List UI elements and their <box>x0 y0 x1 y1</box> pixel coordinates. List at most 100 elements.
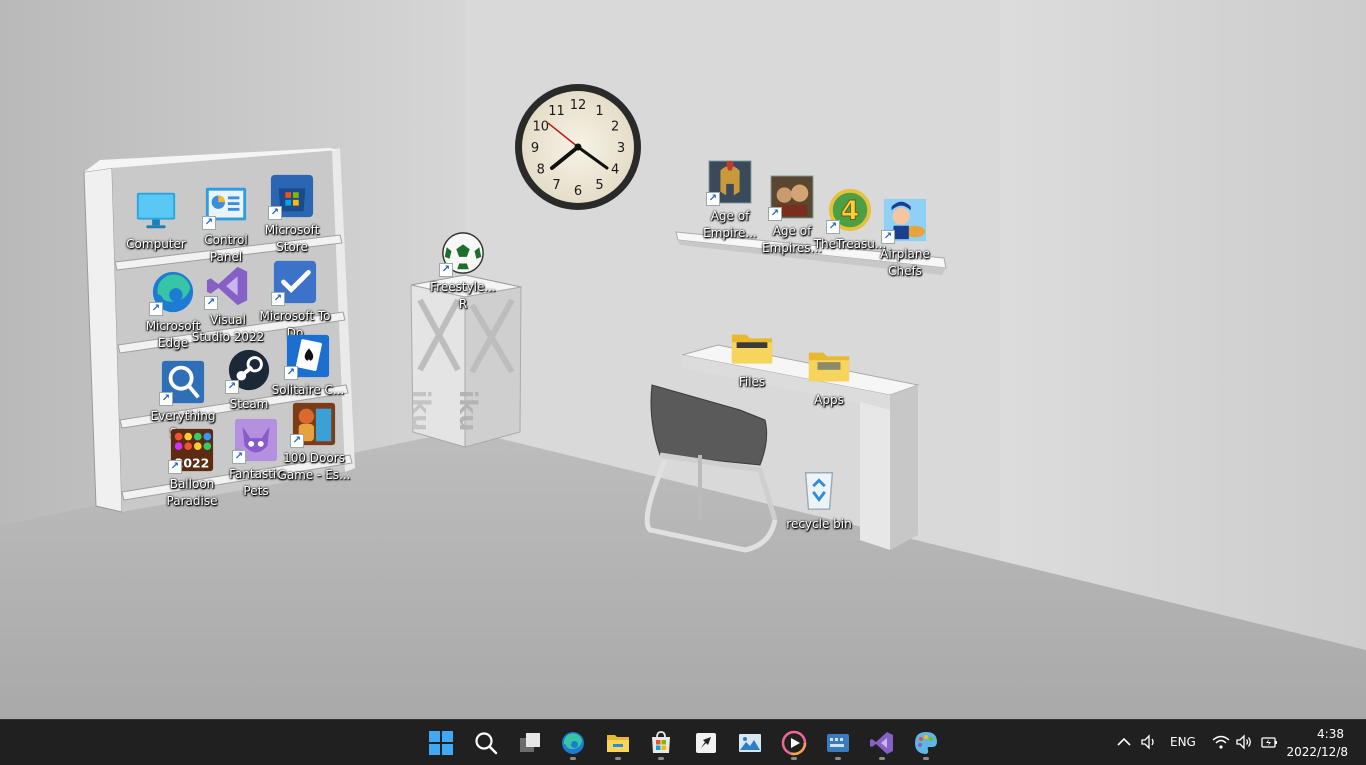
taskbar-app-launcher[interactable] <box>686 725 726 761</box>
solitaire-icon: ↗ <box>284 332 332 380</box>
desktop-icon-recycle-bin[interactable]: recycle bin <box>781 466 857 533</box>
running-indicator <box>615 757 621 760</box>
search-icon <box>475 732 498 755</box>
running-indicator <box>791 757 797 760</box>
desktop-icon-label: Freestyle... R <box>430 280 496 311</box>
tray-volume-button[interactable] <box>1139 732 1159 752</box>
taskbar-app-edge[interactable] <box>553 725 593 761</box>
desktop-icon-label: Apps <box>814 393 844 407</box>
clock-numeral: 2 <box>611 120 619 135</box>
clock-numeral: 9 <box>531 141 539 156</box>
taskbar-clock-time[interactable]: 4:38 <box>1317 727 1344 741</box>
desktop-icon-control-panel[interactable]: ↗ Control Panel <box>188 182 264 266</box>
pet-creature-icon: ↗ <box>232 416 280 464</box>
desktop-icon-100-doors[interactable]: ↗ 100 Doors Game - Es... <box>276 400 352 484</box>
tray-sound-button[interactable] <box>1234 732 1254 752</box>
keyboard-app-icon <box>827 734 849 752</box>
taskbar-app-paint[interactable] <box>906 725 946 761</box>
shortcut-arrow-icon: ↗ <box>271 292 285 306</box>
wall-clock: 12 12 3 45678 9 1011 <box>515 84 641 210</box>
task-view-icon <box>520 733 540 752</box>
volume-icon <box>1236 734 1251 750</box>
desktop-icon-microsoft-to-do[interactable]: ↗ Microsoft To Do <box>257 258 333 342</box>
paint-icon <box>915 732 937 754</box>
taskbar-app-file-explorer[interactable] <box>598 725 638 761</box>
shortcut-arrow-icon: ↗ <box>204 296 218 310</box>
doors-game-icon: ↗ <box>290 400 338 448</box>
desktop-icon-computer[interactable]: Computer <box>118 186 194 253</box>
desktop-icon-freestyle[interactable]: ↗ Freestyle... R <box>425 229 501 313</box>
taskbar-app-media-player[interactable] <box>774 725 814 761</box>
clock-numeral: 4 <box>611 163 619 178</box>
svg-text:iku: iku <box>407 390 435 431</box>
launcher-icon <box>696 733 716 753</box>
spartan-helmet-icon: ↗ <box>706 158 754 206</box>
task-view-button[interactable] <box>510 725 550 761</box>
edge-icon <box>562 732 584 754</box>
clock-numeral: 11 <box>548 104 565 119</box>
desktop-icon-label: recycle bin <box>786 517 852 531</box>
shortcut-arrow-icon: ↗ <box>706 192 720 206</box>
media-player-icon <box>781 730 807 756</box>
speaker-icon <box>1141 734 1154 750</box>
taskbar-app-keyboard[interactable] <box>818 725 858 761</box>
clock-numeral: 7 <box>552 178 560 193</box>
running-indicator <box>923 757 929 760</box>
folder-icon <box>805 342 853 390</box>
wifi-icon <box>1212 735 1230 749</box>
start-icon <box>429 731 453 755</box>
folder-icon <box>728 324 776 372</box>
running-indicator <box>879 757 885 760</box>
steam-icon: ↗ <box>225 346 273 394</box>
desktop-icon-solitaire[interactable]: ↗ Solitaire C... <box>270 332 346 399</box>
desktop-icon-files-folder[interactable]: Files <box>714 324 790 391</box>
tray-battery-button[interactable] <box>1259 732 1279 752</box>
visual-studio-icon: ↗ <box>204 262 252 310</box>
shortcut-arrow-icon: ↗ <box>290 434 304 448</box>
clock-numeral: 3 <box>617 141 625 156</box>
svg-text:iku: iku <box>454 390 482 431</box>
shortcut-arrow-icon: ↗ <box>284 366 298 380</box>
balloon-game-icon: 2022 ↗ <box>168 426 216 474</box>
shortcut-arrow-icon: ↗ <box>439 263 453 277</box>
desktop-icon-label: Visual Studio 2022 <box>191 313 265 344</box>
start-button[interactable] <box>421 725 461 761</box>
shortcut-arrow-icon: ↗ <box>268 206 282 220</box>
microsoft-store-icon <box>652 731 670 753</box>
taskbar-app-visual-studio[interactable] <box>862 725 902 761</box>
shortcut-arrow-icon: ↗ <box>225 380 239 394</box>
show-hidden-icons-button[interactable] <box>1114 732 1134 752</box>
shortcut-arrow-icon: ↗ <box>768 207 782 221</box>
svg-text:4: 4 <box>841 196 860 227</box>
desktop-icon-microsoft-store[interactable]: ↗ Microsoft Store <box>254 172 330 256</box>
monitor-icon <box>132 186 180 234</box>
warriors-icon: ↗ <box>768 173 816 221</box>
shortcut-arrow-icon: ↗ <box>159 392 173 406</box>
chevron-up-icon <box>1117 737 1131 746</box>
running-indicator <box>835 757 841 760</box>
desktop-icon-label: Files <box>738 375 766 389</box>
desktop-icon-label: Microsoft Store <box>264 223 320 254</box>
taskbar-clock-date[interactable]: 2022/12/8 <box>1286 745 1348 759</box>
input-language-indicator[interactable]: ENG <box>1170 735 1196 749</box>
file-explorer-icon <box>607 735 629 752</box>
taskbar-app-microsoft-store[interactable] <box>641 725 681 761</box>
running-indicator <box>570 757 576 760</box>
shortcut-arrow-icon: ↗ <box>149 302 163 316</box>
soccer-ball-icon: ↗ <box>439 229 487 277</box>
desktop-icon-visual-studio[interactable]: ↗ Visual Studio 2022 <box>190 262 266 346</box>
desktop-icon-label: Steam <box>229 397 269 411</box>
shortcut-arrow-icon: ↗ <box>826 220 840 234</box>
desktop-icon-label: Airplane Chefs <box>880 247 930 278</box>
taskbar-app-photos[interactable] <box>730 725 770 761</box>
desktop-icon-label: Control Panel <box>204 233 248 264</box>
search-button[interactable] <box>466 725 506 761</box>
shortcut-arrow-icon: ↗ <box>202 216 216 230</box>
tray-network-button[interactable] <box>1211 732 1231 752</box>
clock-numeral: 8 <box>537 163 545 178</box>
desktop-icon-apps-folder[interactable]: Apps <box>791 342 867 409</box>
clock-numeral: 5 <box>595 178 603 193</box>
clock-numeral: 10 <box>533 120 550 135</box>
desktop-icon-airplane-chefs[interactable]: ↗ Airplane Chefs <box>867 196 943 280</box>
microsoft-store-icon: ↗ <box>268 172 316 220</box>
